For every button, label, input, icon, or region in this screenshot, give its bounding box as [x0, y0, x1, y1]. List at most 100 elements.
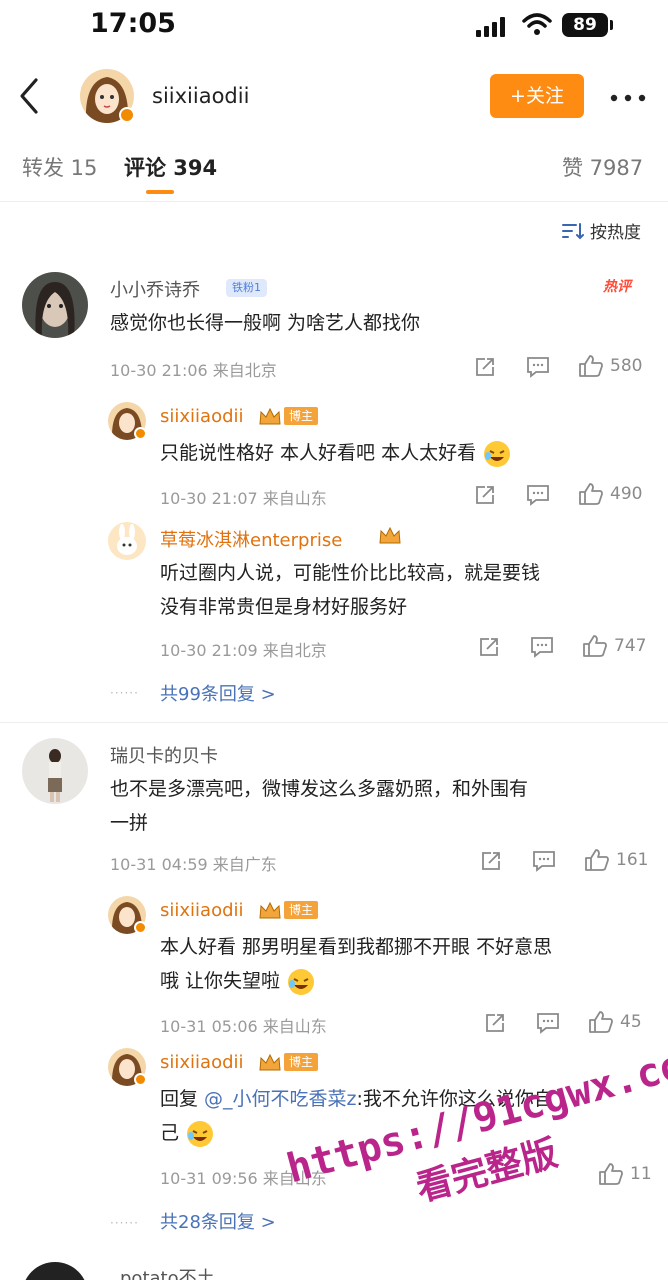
reply-button[interactable] [532, 850, 556, 872]
reply-button[interactable] [536, 1012, 560, 1034]
share-button[interactable] [480, 850, 502, 872]
like-count: 161 [616, 850, 649, 870]
tab-likes[interactable]: 赞 7987 [562, 152, 643, 182]
tab-comments[interactable]: 评论 394 [124, 152, 217, 182]
thumbs-up-icon [589, 1011, 613, 1033]
crown-icon [259, 901, 281, 919]
laughing-emoji-icon [187, 1120, 214, 1147]
thumbs-up-icon [583, 635, 607, 657]
comment-text: 也不是多漂亮吧，微博发这么多露奶照，和外围有 一拼 [110, 772, 528, 840]
reply-meta: 10-30 21:07 来自山东 [160, 489, 327, 508]
like-button[interactable]: 490 [578, 482, 642, 506]
verified-badge-icon [134, 921, 147, 934]
like-button[interactable]: 45 [588, 1010, 642, 1034]
reply-line: 没有非常贵但是身材好服务好 [160, 596, 408, 618]
like-button[interactable]: 580 [578, 354, 642, 378]
share-button[interactable] [478, 636, 500, 658]
laughing-emoji-icon [484, 440, 511, 467]
commenter-name[interactable]: 瑞贝卡的贝卡 [110, 742, 218, 768]
user-mention-link[interactable]: @_小何不吃香菜z [204, 1088, 356, 1110]
reply-text: 本人好看 那男明星看到我都挪不开眼 不好意思 哦 让你失望啦 [160, 930, 552, 998]
like-button[interactable]: 161 [584, 848, 648, 872]
commenter-name[interactable]: potato不土 [120, 1264, 215, 1280]
like-count: 580 [610, 356, 643, 376]
share-icon [486, 1014, 504, 1032]
share-button[interactable] [474, 356, 496, 378]
like-count: 490 [610, 484, 643, 504]
reply-author-name[interactable]: siixiiaodii [160, 900, 244, 921]
reply-line: 只能说性格好 本人好看吧 本人太好看 [160, 442, 477, 464]
commenter-name[interactable]: 小小乔诗乔 [110, 276, 200, 302]
thumbs-up-icon [579, 483, 603, 505]
comment-icon [527, 485, 549, 506]
verified-badge-icon [134, 427, 147, 440]
status-time: 17:05 [90, 8, 176, 39]
reply-line: 听过圈内人说，可能性价比比较高，就是要钱 [160, 562, 541, 584]
author-username[interactable]: siixiiaodii [152, 84, 249, 108]
blogger-badge: 博主 [284, 407, 319, 425]
blogger-badge: 博主 [284, 1053, 319, 1071]
reply-button[interactable] [530, 636, 554, 658]
crown-icon [259, 1053, 281, 1071]
reply-meta: 10-31 05:06 来自山东 [160, 1017, 327, 1036]
share-icon [482, 852, 500, 870]
wifi-icon [522, 13, 552, 35]
follow-button[interactable]: +关注 [490, 74, 584, 118]
crown-icon [259, 407, 281, 425]
reply-button[interactable] [526, 356, 550, 378]
comment-icon [533, 851, 555, 872]
like-button[interactable]: 11 [598, 1162, 652, 1186]
battery-indicator: 89 [562, 13, 608, 37]
reply-author-name[interactable]: 草莓冰淇淋enterprise [160, 526, 342, 552]
reply-author-name[interactable]: siixiiaodii [160, 406, 244, 427]
comment-meta: 10-30 21:06 来自北京 [110, 361, 277, 380]
reply-text: 只能说性格好 本人好看吧 本人太好看 [160, 436, 512, 470]
comment-line: 也不是多漂亮吧，微博发这么多露奶照，和外围有 [110, 778, 529, 800]
post-tabs: 转发 15 评论 394 赞 7987 [0, 140, 668, 202]
view-more-replies-link[interactable]: 共99条回复 > [160, 680, 276, 706]
like-count: 45 [620, 1012, 642, 1032]
sort-icon [562, 222, 584, 239]
reply-button[interactable] [526, 484, 550, 506]
reply-line: 己 [160, 1122, 180, 1144]
back-arrow-icon[interactable] [14, 76, 46, 116]
like-button[interactable]: 747 [582, 634, 646, 658]
more-options-icon[interactable] [610, 94, 646, 102]
comment-line: 一拼 [110, 812, 149, 834]
sort-label: 按热度 [590, 223, 641, 243]
share-icon [476, 358, 494, 376]
reply-prefix: 回复 [160, 1088, 205, 1110]
sort-toggle[interactable]: 按热度 [562, 218, 641, 243]
commenter-avatar[interactable] [22, 738, 88, 804]
comment-icon [537, 1013, 559, 1034]
comment-icon [527, 357, 549, 378]
commenter-avatar[interactable] [22, 272, 88, 338]
status-bar: 17:05 89 [0, 0, 668, 52]
fan-level-badge: 铁粉1 [226, 279, 267, 297]
share-icon [476, 486, 494, 504]
comment-line: 感觉你也长得一般啊 为啥艺人都找你 [110, 312, 421, 334]
tab-repost[interactable]: 转发 15 [22, 152, 97, 182]
thumbs-up-icon [585, 849, 609, 871]
crown-icon [379, 526, 401, 544]
thumbs-up-icon [599, 1163, 623, 1185]
battery-cap [610, 20, 613, 30]
reply-avatar[interactable] [108, 522, 146, 560]
reply-author-name[interactable]: siixiiaodii [160, 1052, 244, 1073]
view-more-replies-link[interactable]: 共28条回复 > [160, 1208, 276, 1234]
cellular-signal-icon [476, 17, 505, 37]
share-button[interactable] [484, 1012, 506, 1034]
share-icon [480, 638, 498, 656]
comment-text: 感觉你也长得一般啊 为啥艺人都找你 [110, 306, 420, 340]
like-count: 11 [630, 1164, 652, 1184]
reply-meta: 10-30 21:09 来自北京 [160, 641, 327, 660]
reply-text: 听过圈内人说，可能性价比比较高，就是要钱 没有非常贵但是身材好服务好 [160, 556, 540, 624]
divider-dots: ······ [110, 686, 139, 700]
comment-divider [0, 722, 668, 723]
post-header: siixiiaodii +关注 [0, 58, 668, 134]
share-button[interactable] [474, 484, 496, 506]
watermark: https://91cgwx.com 看完整版 [282, 1036, 668, 1243]
reply-line: 本人好看 那男明星看到我都挪不开眼 不好意思 [160, 936, 553, 958]
commenter-avatar[interactable] [22, 1262, 88, 1280]
reply-line: 哦 让你失望啦 [160, 970, 281, 992]
